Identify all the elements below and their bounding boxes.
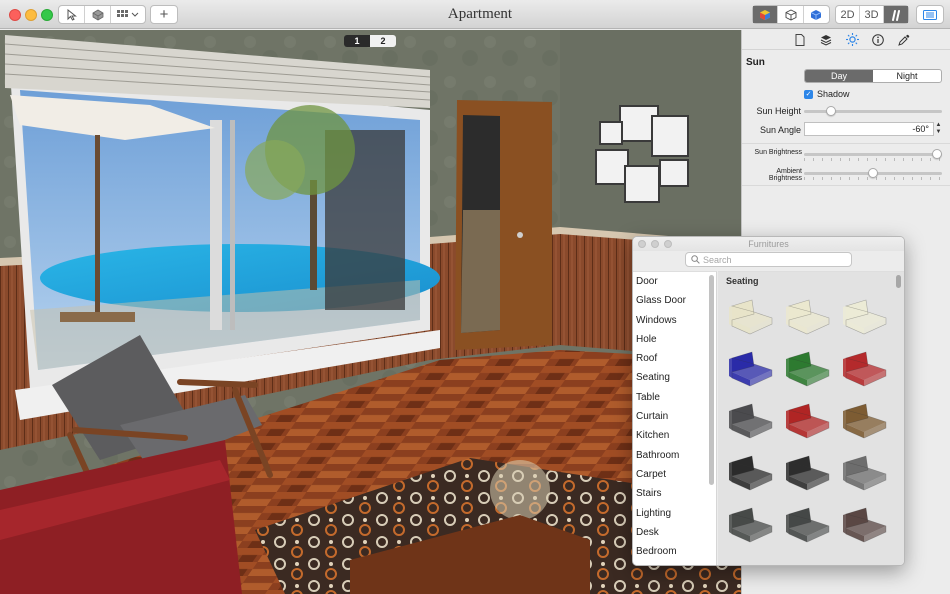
- search-icon: [691, 255, 700, 264]
- document-icon[interactable]: [792, 32, 808, 48]
- ambient-brightness-slider[interactable]: [804, 168, 942, 180]
- sun-height-knob[interactable]: [825, 106, 836, 116]
- page-2-tab[interactable]: 2: [370, 35, 396, 47]
- category-item[interactable]: Kitchen: [633, 426, 716, 445]
- ambient-brightness-knob[interactable]: [868, 168, 878, 178]
- day-night-segmented: Day Night: [804, 69, 942, 83]
- sidebar-toggle-icon[interactable]: [917, 6, 943, 23]
- panel-close-button[interactable]: [638, 240, 646, 248]
- room-render: [0, 30, 741, 594]
- furniture-grid: Seating: [718, 271, 904, 565]
- category-scrollbar[interactable]: [709, 275, 714, 485]
- draw-wall-icon[interactable]: [85, 6, 111, 23]
- category-item[interactable]: Lighting: [633, 504, 716, 523]
- app-window: + Apartment 2D 3D 1 2 Sun Day Night ✓ Sh…: [0, 0, 950, 594]
- layers-icon[interactable]: [818, 32, 834, 48]
- category-item[interactable]: Roof: [633, 349, 716, 368]
- category-list: Door Glass Door Windows Hole Roof Seating Tabl…: [633, 271, 717, 565]
- furniture-thumb-green-loveseat[interactable]: [781, 344, 835, 392]
- page-1-tab[interactable]: 1: [344, 35, 370, 47]
- furniture-thumb-white-armchair[interactable]: [724, 292, 778, 340]
- sun-icon[interactable]: [844, 32, 860, 48]
- tool-group: [58, 5, 146, 24]
- inspector-tabs: [742, 30, 950, 50]
- furniture-thumb-white-sofa[interactable]: [838, 292, 892, 340]
- category-item[interactable]: Carpet: [633, 465, 716, 484]
- furniture-panel: Furnitures DoorGlass DoorWindowsHoleRoof…: [632, 236, 905, 566]
- furniture-thumb-dark-gray-club-chair[interactable]: [781, 500, 835, 548]
- furniture-thumb-gray-wood-armchair[interactable]: [838, 448, 892, 496]
- inspector-divider: [742, 185, 950, 186]
- furniture-thumb-dark-gray-armchair[interactable]: [724, 500, 778, 548]
- view-mode-group: 2D 3D: [835, 5, 909, 24]
- furniture-panel-titlebar: Furnitures: [633, 237, 904, 251]
- title-bar: + Apartment 2D 3D: [0, 0, 950, 29]
- eyedropper-icon[interactable]: [896, 32, 912, 48]
- page-switcher: 1 2: [344, 35, 396, 47]
- sun-height-slider[interactable]: [804, 106, 942, 116]
- zoom-window-button[interactable]: [41, 9, 53, 21]
- furniture-thumb-brown-ottoman[interactable]: [838, 396, 892, 444]
- furniture-thumb-white-loveseat[interactable]: [781, 292, 835, 340]
- category-item[interactable]: Desk: [633, 523, 716, 542]
- render-mode-group: [752, 5, 830, 24]
- window-title: Apartment: [447, 6, 513, 22]
- panel-minimize-button[interactable]: [651, 240, 659, 248]
- solid-render-icon[interactable]: [753, 6, 779, 23]
- category-item[interactable]: Hole: [633, 330, 716, 349]
- furniture-thumb-black-loveseat[interactable]: [724, 448, 778, 496]
- shadow-label: Shadow: [817, 89, 850, 99]
- furniture-search: [685, 252, 852, 267]
- grid-scrollbar[interactable]: [896, 275, 901, 288]
- info-icon[interactable]: [870, 32, 886, 48]
- walk-mode-icon[interactable]: [884, 6, 908, 23]
- section-title: Seating: [726, 276, 759, 286]
- inspector-divider: [742, 143, 950, 144]
- sun-angle-stepper[interactable]: ▲ ▼: [935, 122, 942, 136]
- shadow-row: ✓ Shadow: [804, 89, 850, 99]
- wireframe-render-icon[interactable]: [778, 6, 804, 23]
- close-window-button[interactable]: [9, 9, 21, 21]
- shadow-checkbox[interactable]: ✓: [804, 89, 813, 99]
- ambient-brightness-label: Ambient Brightness: [768, 168, 802, 182]
- furniture-thumb-curved-bench[interactable]: [838, 500, 892, 548]
- add-group: +: [150, 5, 178, 24]
- pointer-arrow-icon[interactable]: [59, 6, 85, 23]
- furniture-thumb-black-armchair[interactable]: [781, 448, 835, 496]
- day-option[interactable]: Day: [805, 70, 873, 82]
- minimize-window-button[interactable]: [25, 9, 37, 21]
- view-2d-button[interactable]: 2D: [836, 6, 860, 23]
- category-item[interactable]: Door: [633, 272, 716, 291]
- panel-zoom-button[interactable]: [664, 240, 672, 248]
- search-input[interactable]: [703, 253, 843, 266]
- sun-angle-label: Sun Angle: [759, 125, 801, 135]
- category-item[interactable]: Bedroom: [633, 542, 716, 561]
- category-item[interactable]: Glass Door: [633, 291, 716, 310]
- category-item[interactable]: Table: [633, 388, 716, 407]
- add-plus-icon[interactable]: +: [151, 6, 177, 23]
- category-item[interactable]: Curtain: [633, 407, 716, 426]
- sidebar-toggle-group: [916, 5, 944, 24]
- category-item[interactable]: Seating: [633, 368, 716, 387]
- sun-angle-field[interactable]: -60°: [804, 122, 934, 136]
- view-3d-button[interactable]: 3D: [860, 6, 884, 23]
- furniture-thumb-gray-chaise[interactable]: [724, 396, 778, 444]
- furniture-panel-title: Furnitures: [748, 239, 789, 249]
- category-item[interactable]: Stairs: [633, 484, 716, 503]
- category-item[interactable]: Bathroom: [633, 446, 716, 465]
- sun-brightness-knob[interactable]: [932, 149, 942, 159]
- furniture-thumb-blue-armchair[interactable]: [724, 344, 778, 392]
- sun-brightness-label: Sun Brightness: [754, 149, 802, 156]
- sun-brightness-slider[interactable]: [804, 149, 942, 161]
- view-options-icon[interactable]: [111, 6, 145, 23]
- slider-ticks: [804, 158, 942, 161]
- furniture-thumb-red-sofa[interactable]: [838, 344, 892, 392]
- furniture-thumb-red-sectional[interactable]: [781, 396, 835, 444]
- textured-render-icon[interactable]: [804, 6, 829, 23]
- category-item[interactable]: Windows: [633, 311, 716, 330]
- night-option[interactable]: Night: [873, 70, 941, 82]
- sun-height-label: Sun Height: [756, 106, 801, 116]
- 3d-viewport[interactable]: 1 2: [0, 30, 741, 594]
